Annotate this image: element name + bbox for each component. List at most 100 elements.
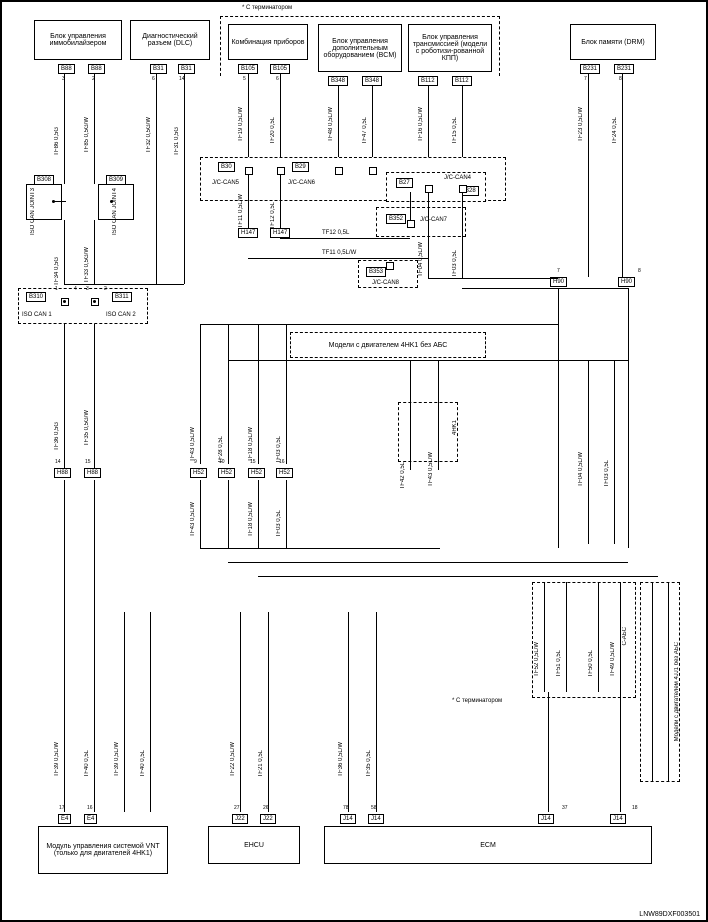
conn-j22a: J22 — [232, 814, 248, 824]
block-ehcu: EHCU — [208, 826, 300, 864]
wire-tf18: TF18 0,5L/W — [248, 427, 254, 462]
conn-b88a: B88 — [58, 64, 75, 74]
pin-num: 7 — [557, 268, 560, 274]
wire — [64, 220, 65, 284]
wire — [280, 74, 281, 162]
wire — [566, 582, 567, 692]
wire — [248, 258, 428, 259]
wire — [620, 582, 621, 692]
wire-tf36: TF36 0,5G — [54, 422, 60, 451]
conn-h90b: H90 — [618, 277, 635, 287]
label-iso3: ISO CAN JOINT3 — [30, 188, 36, 235]
wire — [258, 480, 259, 548]
wire-tf12h: TF12 0,5L — [322, 230, 349, 236]
wire — [428, 192, 429, 278]
wire — [200, 324, 558, 325]
conn-b348b: B348 — [362, 76, 382, 86]
pin-num: 2 — [104, 286, 107, 292]
wire — [94, 74, 95, 184]
wire — [124, 612, 125, 812]
conn-b352: B352 — [386, 214, 406, 224]
conn-b105a: B105 — [238, 64, 258, 74]
wire — [338, 86, 339, 162]
conn-e4a: E4 — [58, 814, 71, 824]
wire-tf22: TF22 0,5L/W — [230, 742, 236, 777]
conn-b353: B353 — [366, 267, 386, 277]
block-diag: Диагностический разъем (DLC) — [130, 20, 210, 60]
wire — [64, 324, 65, 468]
wire — [462, 288, 628, 289]
junction-sq — [369, 167, 377, 175]
pin-num: 78 — [343, 805, 349, 811]
wire — [150, 612, 151, 812]
conn-h88b: H88 — [84, 468, 101, 478]
conn-h147b: H147 — [270, 228, 290, 238]
wire — [588, 74, 589, 277]
wire — [620, 692, 621, 812]
wire-tf49: TF49 0,5L/W — [610, 642, 616, 677]
wire — [240, 612, 241, 812]
conn-b348a: B348 — [328, 76, 348, 86]
block-cluster: Комбинация приборов — [228, 24, 308, 60]
wire — [280, 174, 281, 228]
conn-j14d: J14 — [610, 814, 626, 824]
wire-tf11h: TF11 0,5L/W — [322, 250, 356, 256]
block-drm: Блок памяти (DRM) — [570, 24, 656, 60]
junction-sq — [425, 185, 433, 193]
wire-tf51: TF51 0,5L — [556, 650, 562, 677]
wire-tf39b: TF39 0,5L/W — [114, 742, 120, 777]
wire — [228, 324, 229, 464]
pin-num: 14 — [55, 459, 61, 465]
wire-tf03dn: TF03 0,5L — [276, 510, 282, 537]
pin-num: 17 — [59, 805, 65, 811]
wire — [558, 288, 559, 548]
bottom-terminator-note: * С терминатором — [452, 698, 502, 704]
wire-tf23: TF23 0,5L/W — [578, 107, 584, 142]
label-4hk1: 4HK1 — [452, 420, 458, 435]
label-iso4: ISO CAN JOINT4 — [112, 188, 118, 235]
pin-num: 4 — [74, 286, 77, 292]
label-4jj1: Модели с двигателем 4JJ1 без АБС — [674, 642, 680, 741]
wire-tf36b: TF36 0,5L/W — [338, 742, 344, 777]
conn-j14c: J14 — [538, 814, 554, 824]
wire — [200, 548, 440, 549]
label-cabs: C-АБС — [622, 627, 628, 646]
conn-b231b: B231 — [614, 64, 634, 74]
wire-tf31: TF31 0,5G — [174, 127, 180, 156]
wire-tf50: TF50 0,5L — [588, 650, 594, 677]
conn-b112b: B112 — [452, 76, 472, 86]
wire-tf43dn: TF43 0,5L/W — [190, 502, 196, 537]
wire-tf04: TF04 0,5L/W — [418, 242, 424, 277]
conn-j22b: J22 — [260, 814, 276, 824]
label-jc6: J/C-CAN6 — [288, 180, 315, 186]
wire-tf32: TF32 0,5G/W — [146, 117, 152, 153]
block-bcm: Блок управления дополнительным оборудова… — [318, 24, 402, 72]
wire-tf39: TF39 0,5L/W — [54, 742, 60, 777]
wire-tf43: TF43 0,5L/W — [190, 427, 196, 462]
wire — [376, 612, 377, 812]
conn-b231a: B231 — [580, 64, 600, 74]
block-immobilizer: Блок управления иммобилайзером — [34, 20, 122, 60]
wire — [258, 324, 259, 464]
junction-sq — [407, 220, 415, 228]
label-jc8: J/C-CAN8 — [372, 280, 399, 286]
wire-tf40: TF40 0,5L — [84, 750, 90, 777]
wire — [268, 612, 269, 812]
wire — [94, 480, 95, 614]
label-jc7: J/C-CAN7 — [420, 217, 447, 223]
wire — [94, 220, 95, 284]
wire — [438, 360, 439, 470]
wire — [248, 74, 249, 162]
wire — [200, 324, 201, 464]
wire — [64, 480, 65, 614]
wire — [286, 324, 287, 464]
conn-h52c: H52 — [248, 468, 265, 478]
block-tcm: Блок управления трансмиссией (модели с р… — [408, 24, 492, 72]
wire — [94, 612, 95, 812]
conn-h88a: H88 — [54, 468, 71, 478]
conn-b31b: B31 — [178, 64, 195, 74]
wire — [548, 692, 549, 812]
wire-tf35: TF35 0,5G/W — [84, 410, 90, 446]
conn-e4b: E4 — [84, 814, 97, 824]
block-vnt: Модуль управления системой VNT (только д… — [38, 826, 168, 874]
